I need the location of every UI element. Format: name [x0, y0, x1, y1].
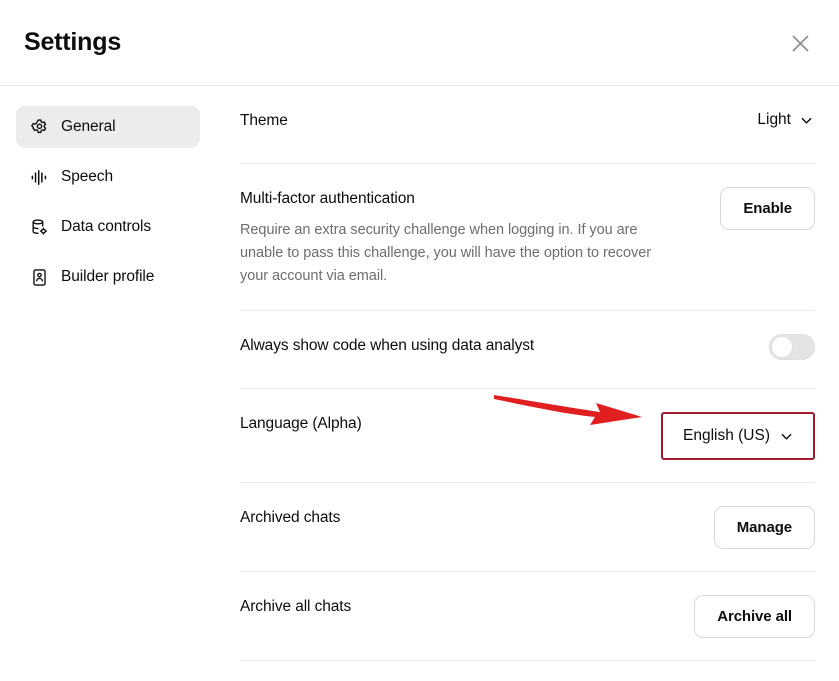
page-title: Settings	[24, 28, 122, 56]
archive-all-button[interactable]: Archive all	[694, 595, 815, 638]
chevron-down-icon	[801, 117, 812, 124]
show-code-toggle[interactable]	[769, 334, 815, 360]
row-text: Archived chats	[240, 505, 340, 529]
sidebar-item-speech[interactable]: Speech	[16, 156, 200, 198]
language-value: English (US)	[683, 427, 770, 444]
database-gear-icon	[29, 217, 49, 237]
sidebar-item-label: Data controls	[61, 218, 152, 235]
setting-row-language: Language (Alpha) English (US)	[240, 389, 815, 483]
settings-dialog: Settings General Speech Data controls Bu…	[0, 0, 839, 681]
enable-mfa-button[interactable]: Enable	[720, 187, 815, 230]
row-text: Always show code when using data analyst	[240, 333, 534, 357]
sidebar-item-label: Builder profile	[61, 268, 155, 285]
theme-value: Light	[757, 111, 791, 128]
sidebar-item-builder-profile[interactable]: Builder profile	[16, 256, 200, 298]
row-text: Archive all chats	[240, 594, 351, 618]
sidebar-item-general[interactable]: General	[16, 106, 200, 148]
dialog-body: General Speech Data controls Builder pro…	[0, 86, 839, 681]
theme-dropdown[interactable]: Light	[755, 109, 815, 131]
theme-label: Theme	[240, 112, 288, 129]
setting-row-archived-chats: Archived chats Manage	[240, 483, 815, 572]
setting-row-delete-all: Delete all chats Delete all	[240, 661, 815, 681]
setting-row-mfa: Multi-factor authentication Require an e…	[240, 164, 815, 311]
row-control: Enable	[720, 186, 815, 230]
sidebar: General Speech Data controls Builder pro…	[0, 86, 216, 681]
sidebar-item-data-controls[interactable]: Data controls	[16, 206, 200, 248]
mfa-description: Require an extra security challenge when…	[240, 222, 652, 284]
toggle-knob	[771, 336, 793, 358]
manage-archived-chats-button[interactable]: Manage	[713, 506, 815, 549]
show-code-label: Always show code when using data analyst	[240, 337, 535, 354]
id-card-icon	[29, 267, 49, 287]
row-control: Light	[755, 108, 815, 131]
setting-row-archive-all: Archive all chats Archive all	[240, 572, 815, 661]
chevron-down-icon	[781, 433, 792, 440]
row-text: Theme	[240, 108, 288, 132]
row-control: Manage	[713, 505, 815, 549]
sidebar-item-label: Speech	[61, 168, 113, 185]
setting-row-show-code: Always show code when using data analyst	[240, 311, 815, 389]
row-text: Language (Alpha)	[240, 411, 362, 435]
row-control	[769, 333, 815, 360]
sidebar-item-label: General	[61, 118, 116, 135]
close-icon[interactable]	[783, 26, 817, 60]
waveform-icon	[29, 167, 49, 187]
row-control: English (US)	[661, 411, 815, 460]
gear-icon	[29, 117, 49, 137]
archive-all-label: Archive all chats	[240, 598, 352, 615]
archived-chats-label: Archived chats	[240, 509, 341, 526]
language-dropdown[interactable]: English (US)	[661, 412, 815, 460]
row-control: Archive all	[694, 594, 815, 638]
language-label: Language (Alpha)	[240, 415, 362, 432]
settings-main-panel: Theme Light Multi-factor authentication …	[216, 86, 839, 681]
annotation-arrow-icon	[494, 395, 642, 425]
dialog-header: Settings	[0, 0, 839, 86]
setting-row-theme: Theme Light	[240, 86, 815, 164]
row-text: Multi-factor authentication Require an e…	[240, 186, 670, 288]
mfa-label: Multi-factor authentication	[240, 190, 415, 207]
